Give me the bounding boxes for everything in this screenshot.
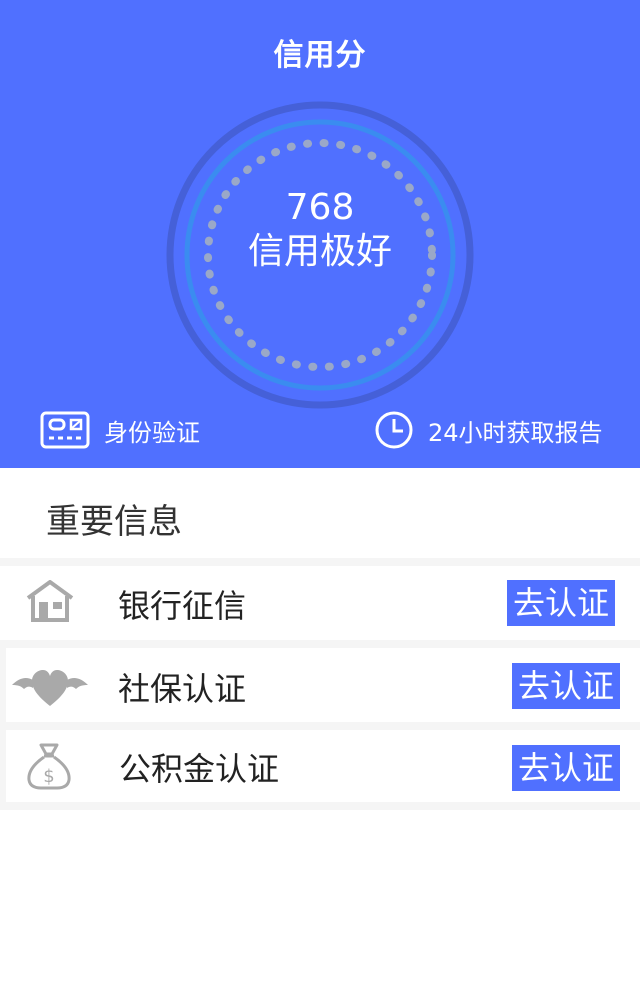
score-header: 信用分 768 信用极好 身份验证 24小时获取报告: [0, 0, 640, 468]
social-security-label: 社保认证: [118, 670, 247, 708]
report-label: 24小时获取报告: [428, 418, 603, 447]
bank-credit-auth-button[interactable]: 去认证: [507, 580, 616, 626]
svg-text:$: $: [43, 766, 54, 787]
section-title: 重要信息: [46, 502, 182, 542]
id-verify-label: 身份验证: [104, 418, 200, 447]
id-verify-feature[interactable]: 身份验证: [40, 406, 200, 454]
credit-score-level: 信用极好: [247, 231, 392, 272]
money-bag-icon: $: [26, 742, 72, 794]
list-item-social-security[interactable]: 社保认证 去认证: [6, 648, 640, 722]
id-card-icon: [40, 411, 90, 449]
housing-fund-label: 公积金认证: [119, 750, 280, 788]
page-title: 信用分: [273, 38, 367, 73]
report-feature[interactable]: 24小时获取报告: [374, 406, 603, 454]
winged-heart-icon: [12, 668, 88, 712]
housing-fund-auth-button[interactable]: 去认证: [512, 745, 621, 791]
list-item-bank-credit[interactable]: 银行征信 去认证: [0, 566, 640, 640]
bank-house-icon: [26, 580, 74, 626]
important-info-header: 重要信息: [0, 468, 640, 558]
credit-score-value: 768: [285, 187, 355, 228]
clock-icon: [374, 410, 414, 450]
social-security-auth-button[interactable]: 去认证: [512, 663, 621, 709]
list-item-housing-fund[interactable]: $ 公积金认证 去认证: [6, 730, 640, 802]
bank-credit-label: 银行征信: [118, 587, 247, 625]
